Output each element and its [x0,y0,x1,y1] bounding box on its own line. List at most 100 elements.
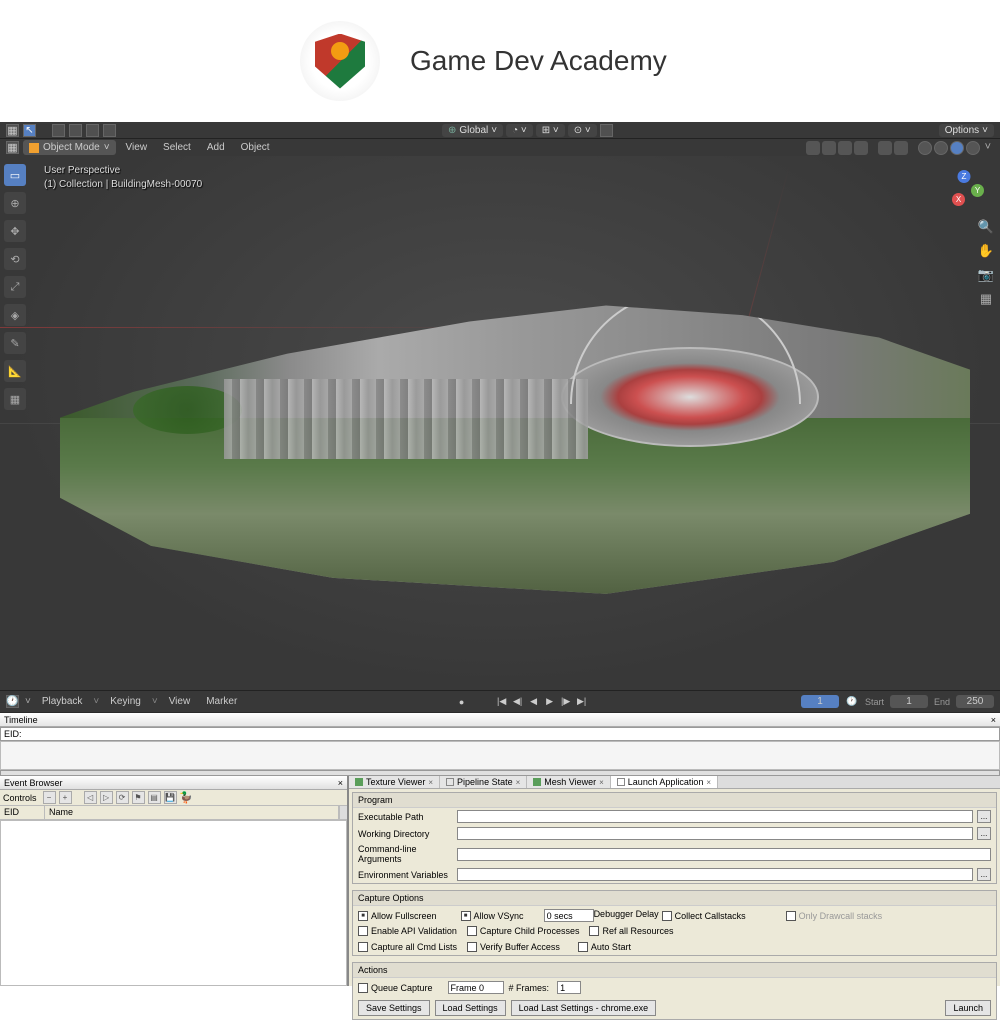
measure-tool[interactable]: 📐 [4,360,26,382]
cb-auto-start[interactable]: Auto Start [578,942,631,952]
snap3-icon[interactable] [86,124,99,137]
transform-orientation[interactable]: ⊕Global ˅ ◔ ˅ ⊞ ˅ ⊙ ˅ [442,124,613,137]
event-tree-body[interactable] [0,820,347,986]
timeline-editor-icon[interactable]: 🕐 [6,695,19,708]
current-frame-field[interactable]: 1 [801,695,839,708]
tab-close-icon[interactable]: × [428,778,433,787]
duck-icon[interactable]: 🦆 [180,791,193,804]
solid-shading-icon[interactable] [934,141,948,155]
prev-icon[interactable]: ◁ [84,791,97,804]
flag-icon[interactable]: ⚑ [132,791,145,804]
jump-start-icon[interactable]: |◀ [495,695,509,709]
pan-icon[interactable]: ✋ [977,242,995,260]
gizmo-toggle-icon[interactable] [822,141,836,155]
cursor-tool[interactable]: ⊕ [4,192,26,214]
minus-icon[interactable]: − [43,791,56,804]
close-icon[interactable]: × [338,778,343,788]
snap-icon[interactable] [52,124,65,137]
play-reverse-icon[interactable]: ◀ [527,695,541,709]
cb-enable-api-val[interactable]: Enable API Validation [358,926,457,936]
snap4-icon[interactable] [103,124,116,137]
browse-button[interactable]: ... [977,868,991,881]
tab-launch-application[interactable]: Launch Application× [611,776,718,788]
tl-view[interactable]: View [164,696,196,707]
col-name[interactable]: Name [45,806,339,819]
tab-mesh-viewer[interactable]: Mesh Viewer× [527,776,611,788]
filter-icon[interactable]: ▤ [148,791,161,804]
tl-playback[interactable]: Playback [37,696,88,707]
cb-ref-all[interactable]: Ref all Resources [589,926,673,936]
cb-allow-vsync[interactable]: Allow VSync [461,909,524,922]
move-tool[interactable]: ✥ [4,220,26,242]
viewport-3d[interactable]: ▭ ⊕ ✥ ⟲ ⤢ ◈ ✎ 📐 ▦ User Perspective (1) C… [0,156,1000,690]
jump-end-icon[interactable]: ▶| [575,695,589,709]
scrollbar[interactable] [339,806,347,819]
browse-button[interactable]: ... [977,827,991,840]
load-last-settings-button[interactable]: Load Last Settings - chrome.exe [511,1000,657,1016]
timeline-track[interactable] [0,741,1000,770]
autokey-icon[interactable]: ● [455,695,469,709]
proportional-dropdown[interactable]: ⊙ ˅ [568,124,597,137]
frame-input[interactable]: Frame 0 [448,981,504,994]
camera-icon[interactable]: 📷 [977,266,995,284]
eid-input[interactable] [25,729,996,740]
tab-close-icon[interactable]: × [516,778,521,787]
add-tool[interactable]: ▦ [4,388,26,410]
timeline-chevron-icon[interactable]: ˅ [25,696,31,707]
gizmo-z-axis[interactable]: Z [958,170,971,183]
menu-add[interactable]: Add [201,142,231,153]
mode-dropdown[interactable]: Object Mode ˅ [23,140,116,155]
cb-collect-callstacks[interactable]: Collect Callstacks [662,909,746,922]
refresh-icon[interactable]: ⟳ [116,791,129,804]
snap2-icon[interactable] [69,124,82,137]
next-key-icon[interactable]: |▶ [559,695,573,709]
rendered-shading-icon[interactable] [966,141,980,155]
num-frames-input[interactable]: 1 [557,981,581,994]
select-box-tool[interactable]: ▭ [4,164,26,186]
misc1-icon[interactable] [600,124,613,137]
debugger-delay-input[interactable]: 0 secs [544,909,594,922]
play-icon[interactable]: ▶ [543,695,557,709]
load-settings-button[interactable]: Load Settings [435,1000,506,1016]
shading-dropdown-icon[interactable]: ˅ [982,141,994,155]
perspective-icon[interactable]: ▦ [977,290,995,308]
save-settings-button[interactable]: Save Settings [358,1000,430,1016]
gizmo-x-axis[interactable]: X [952,193,965,206]
overlay2-icon[interactable] [878,141,892,155]
end-frame-field[interactable]: 250 [956,695,994,708]
tab-texture-viewer[interactable]: Texture Viewer× [349,776,440,788]
rotate-tool[interactable]: ⟲ [4,248,26,270]
launch-button[interactable]: Launch [945,1000,991,1016]
col-eid[interactable]: EID [0,806,45,819]
editor-selector-icon[interactable]: ▦ [6,141,19,154]
close-icon[interactable]: × [991,715,996,725]
scale-tool[interactable]: ⤢ [4,276,26,298]
material-shading-icon[interactable] [950,141,964,155]
snap-dropdown[interactable]: ⊞ ˅ [536,124,565,137]
menu-object[interactable]: Object [235,142,276,153]
clock-icon[interactable]: 🕐 [845,695,859,709]
tab-close-icon[interactable]: × [706,778,711,787]
cb-queue-capture[interactable]: Queue Capture [358,983,433,993]
cb-allow-fullscreen[interactable]: Allow Fullscreen [358,909,437,922]
menu-view[interactable]: View [120,142,154,153]
pivot-dropdown[interactable]: ◔ ˅ [506,124,533,137]
xray-icon[interactable] [854,141,868,155]
prev-key-icon[interactable]: ◀| [511,695,525,709]
tl-marker[interactable]: Marker [201,696,242,707]
next-icon[interactable]: ▷ [100,791,113,804]
overlay-toggle-icon[interactable] [838,141,852,155]
cb-capture-cmd[interactable]: Capture all Cmd Lists [358,942,457,952]
menu-select[interactable]: Select [157,142,197,153]
browse-button[interactable]: ... [977,810,991,823]
cb-verify-buffer[interactable]: Verify Buffer Access [467,942,560,952]
annotate-tool[interactable]: ✎ [4,332,26,354]
cb-capture-child[interactable]: Capture Child Processes [467,926,580,936]
options-dropdown[interactable]: Options ˅ [939,124,994,137]
overlay3-icon[interactable] [894,141,908,155]
tab-pipeline-state[interactable]: Pipeline State× [440,776,527,788]
cursor-tool-icon[interactable]: ↖ [23,124,36,137]
working-dir-input[interactable] [457,827,973,840]
tl-keying[interactable]: Keying [105,696,146,707]
editor-type-icon[interactable]: ▦ [6,124,19,137]
